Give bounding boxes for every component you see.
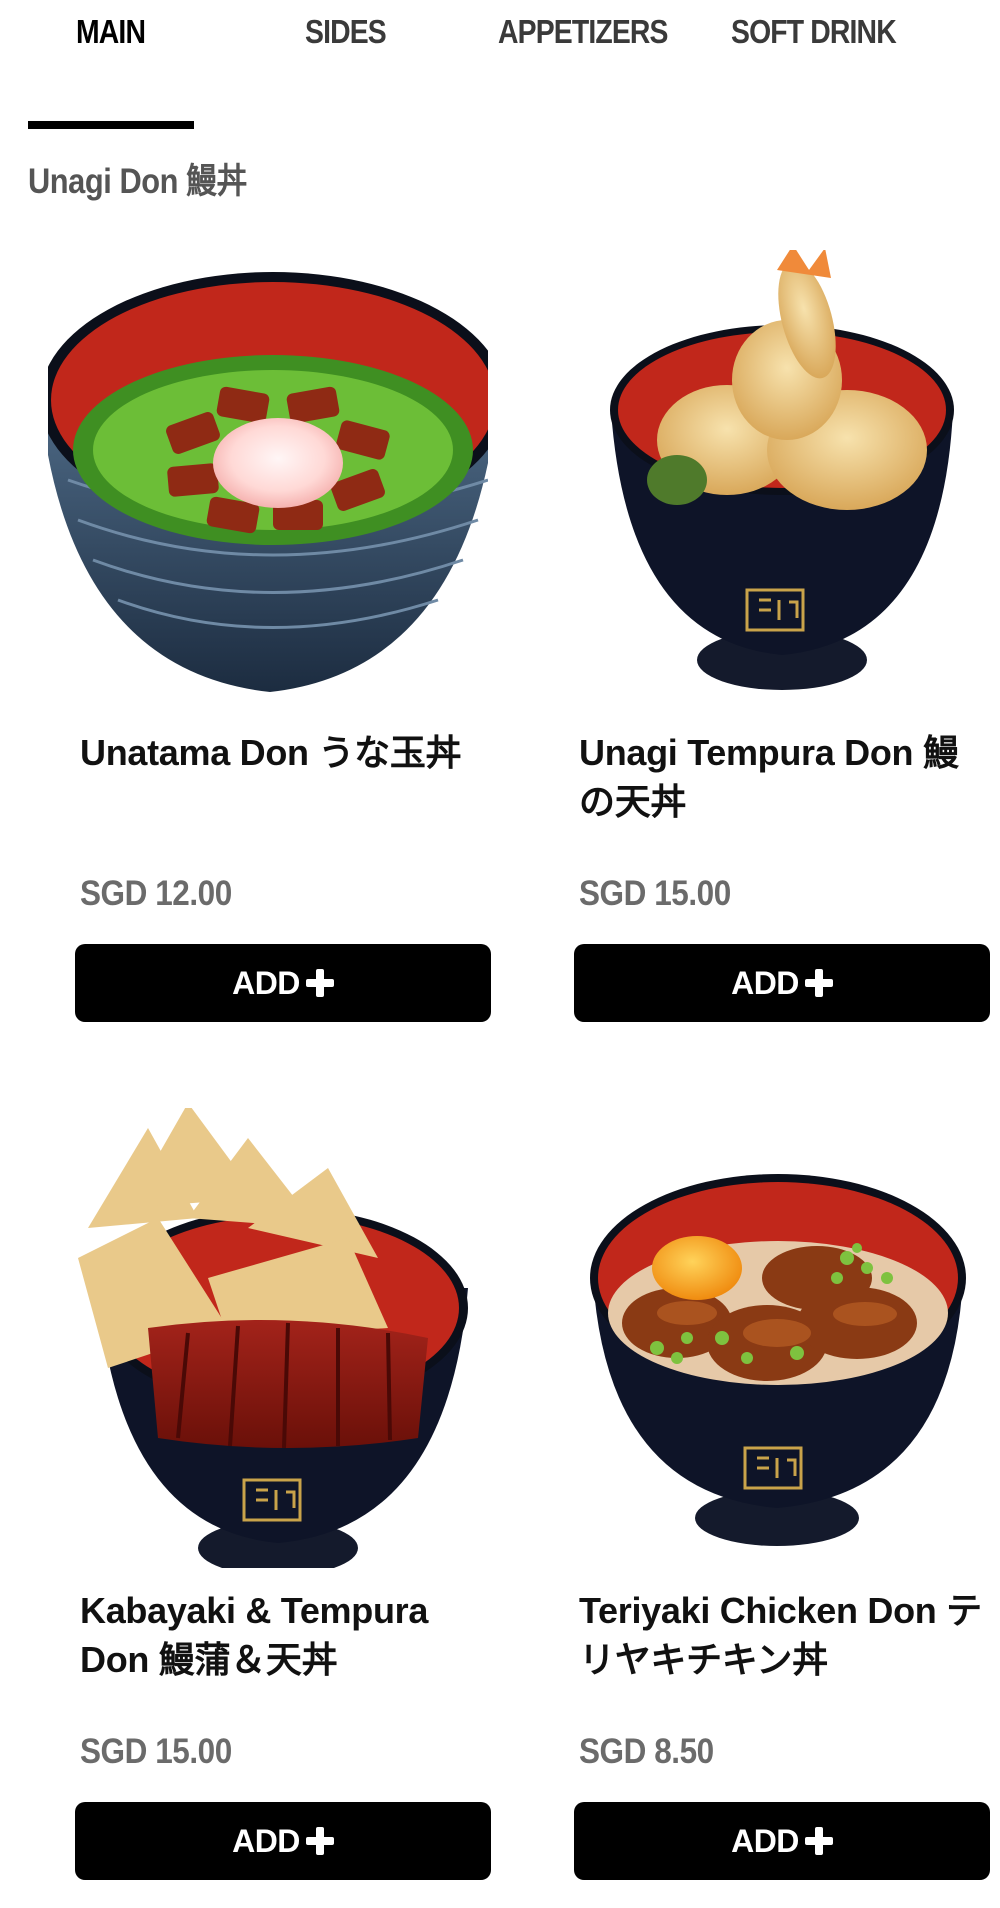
plus-icon	[804, 969, 833, 997]
item-name: Kabayaki & Tempura Don 鰻蒲＆天丼	[80, 1590, 429, 1680]
add-to-cart-button[interactable]: ADD	[75, 1802, 491, 1880]
item-name: Unatama Don うな玉丼	[80, 732, 462, 773]
add-to-cart-button[interactable]: ADD	[574, 1802, 990, 1880]
item-price: SGD 15.00	[579, 874, 731, 913]
add-to-cart-button[interactable]: ADD	[574, 944, 990, 1022]
tab-sides[interactable]: SIDES	[305, 8, 387, 56]
item-price: SGD 12.00	[80, 874, 232, 913]
item-price: SGD 8.50	[579, 1732, 714, 1771]
active-tab-indicator	[28, 121, 194, 129]
tab-main[interactable]: MAIN	[76, 8, 146, 56]
add-button-label: ADD	[731, 1822, 799, 1859]
item-name: Unagi Tempura Don 鰻の天丼	[579, 732, 959, 822]
menu-item-card: Teriyaki Chicken Don テリヤキチキン丼 SGD 8.50 A…	[547, 1108, 990, 1908]
teriyaki-chicken-don-image[interactable]	[547, 1108, 987, 1568]
kabayaki-tempura-don-image[interactable]	[48, 1108, 488, 1568]
menu-item-card: Unagi Tempura Don 鰻の天丼 SGD 15.00 ADD	[547, 250, 990, 1050]
add-button-label: ADD	[232, 964, 300, 1001]
category-tabs: MAIN SIDES APPETIZERS SOFT DRINK	[0, 0, 1000, 70]
item-price: SGD 15.00	[80, 1732, 232, 1771]
watermark: ordinarytraveller.com	[328, 1028, 723, 1068]
plus-icon	[804, 1827, 833, 1855]
plus-icon	[305, 969, 334, 997]
menu-item-card: Unatama Don うな玉丼 SGD 12.00 ADD	[48, 250, 491, 1050]
item-name: Teriyaki Chicken Don テリヤキチキン丼	[579, 1590, 982, 1680]
menu-item-card: Kabayaki & Tempura Don 鰻蒲＆天丼 SGD 15.00 A…	[48, 1108, 491, 1908]
unagi-tempura-don-image[interactable]	[547, 250, 987, 710]
plus-icon	[305, 1827, 334, 1855]
add-button-label: ADD	[731, 964, 799, 1001]
unatama-don-image[interactable]	[48, 250, 488, 710]
tab-appetizers[interactable]: APPETIZERS	[498, 8, 668, 56]
add-to-cart-button[interactable]: ADD	[75, 944, 491, 1022]
add-button-label: ADD	[232, 1822, 300, 1859]
tab-soft-drink[interactable]: SOFT DRINK	[731, 8, 897, 56]
section-title: Unagi Don 鰻丼	[28, 162, 247, 201]
